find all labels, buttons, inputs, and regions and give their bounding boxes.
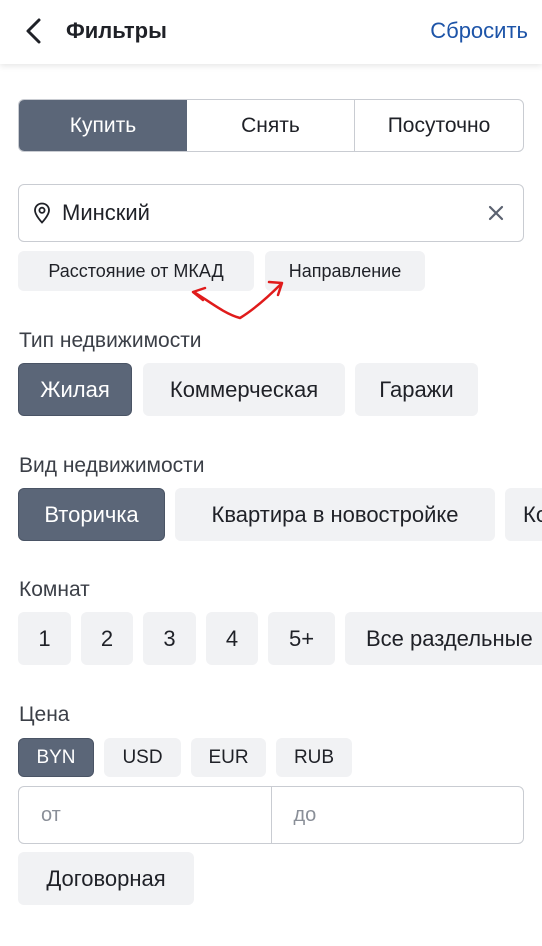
chip-label: Договорная [46, 865, 166, 891]
property-type-commercial[interactable]: Коммерческая [143, 363, 345, 416]
reset-button[interactable]: Сбросить [430, 16, 528, 46]
chip-label: Все раздельные [366, 625, 533, 651]
distance-from-mkad-chip[interactable]: Расстояние от МКАД [18, 251, 254, 291]
rooms-1[interactable]: 1 [18, 612, 71, 665]
location-field[interactable]: Минский [18, 184, 524, 242]
chip-label: 5+ [288, 625, 315, 651]
deal-type-daily[interactable]: Посуточно [355, 100, 523, 151]
location-value: Минский [62, 200, 150, 225]
direction-chip[interactable]: Направление [265, 251, 425, 291]
chip-label: RUB [293, 746, 335, 768]
property-kind-more[interactable]: Ко [505, 488, 542, 541]
chip-label: Гаражи [379, 376, 454, 402]
property-kind-label: Вид недвижимости [19, 454, 205, 477]
chip-label: EUR [208, 746, 249, 768]
property-kind-resale[interactable]: Вторичка [18, 488, 165, 541]
price-label: Цена [19, 703, 70, 726]
chip-label: 4 [225, 625, 239, 651]
currency-usd[interactable]: USD [104, 738, 181, 777]
top-bar: Фильтры Сбросить [0, 0, 542, 64]
currency-byn[interactable]: BYN [18, 738, 94, 777]
property-type-garages[interactable]: Гаражи [355, 363, 478, 416]
rooms-label: Комнат [19, 578, 90, 601]
chip-label: USD [122, 746, 163, 768]
clear-icon[interactable] [487, 204, 505, 222]
currency-rub[interactable]: RUB [276, 738, 352, 777]
chip-label: 2 [100, 625, 114, 651]
chip-label: Ко [523, 501, 542, 527]
deal-type-rent[interactable]: Снять [187, 100, 355, 151]
rooms-3[interactable]: 3 [143, 612, 196, 665]
chip-label: Жилая [40, 376, 110, 402]
price-to-input[interactable]: до [272, 787, 524, 843]
price-from-input[interactable]: от [19, 787, 272, 843]
currency-eur[interactable]: EUR [191, 738, 266, 777]
chip-label: Расстояние от МКАД [48, 260, 224, 281]
chip-label: 3 [163, 625, 176, 651]
location-pin-icon [34, 202, 50, 224]
chip-label: Вторичка [44, 501, 139, 527]
deal-type-switch: Купить Снять Посуточно [18, 99, 524, 152]
property-kind-new-building[interactable]: Квартира в новостройке [175, 488, 495, 541]
chip-label: Направление [288, 260, 402, 281]
property-type-residential[interactable]: Жилая [18, 363, 132, 416]
rooms-2[interactable]: 2 [81, 612, 133, 665]
chip-label: Коммерческая [169, 376, 319, 402]
rooms-all-separate[interactable]: Все раздельные [345, 612, 542, 665]
price-range: от до [18, 786, 524, 844]
property-type-label: Тип недвижимости [19, 329, 202, 352]
chip-label: BYN [36, 746, 76, 768]
rooms-5-plus[interactable]: 5+ [268, 612, 335, 665]
negotiable-chip[interactable]: Договорная [18, 852, 194, 905]
chip-label: Квартира в новостройке [211, 501, 459, 527]
rooms-4[interactable]: 4 [206, 612, 258, 665]
deal-type-buy[interactable]: Купить [19, 100, 187, 151]
back-arrow-icon[interactable] [20, 16, 48, 46]
page-title: Фильтры [66, 18, 167, 43]
chip-label: 1 [38, 625, 51, 651]
